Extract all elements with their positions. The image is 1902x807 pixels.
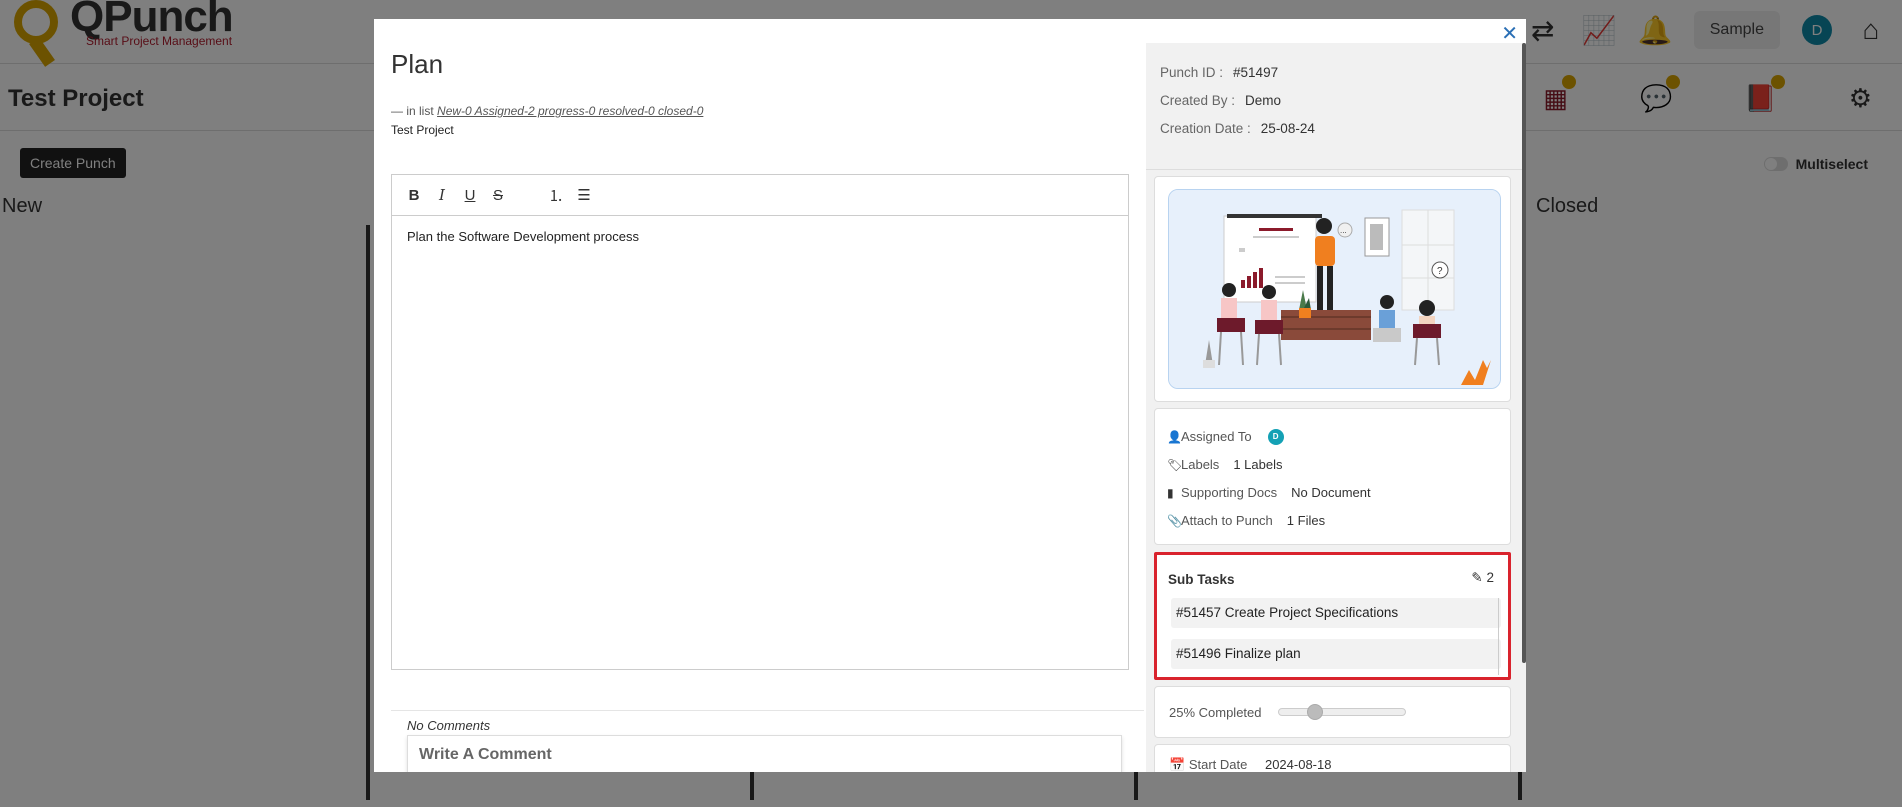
in-list-prefix: — in list [391, 104, 434, 118]
ordered-list-icon[interactable]: ⒈ [548, 185, 564, 206]
start-date-value[interactable]: 2024-08-18 [1265, 757, 1332, 772]
attach-value[interactable]: 1 Files [1287, 507, 1325, 535]
edit-icon[interactable]: ✎ [1471, 570, 1482, 585]
subtasks-card: Sub Tasks ✎ 2 #51457 Create Project Spec… [1154, 552, 1511, 680]
italic-icon[interactable]: I [434, 186, 450, 204]
cover-image-card[interactable]: ... ? [1154, 176, 1511, 402]
calendar-icon: 📅 [1169, 757, 1186, 772]
project-name: Test Project [391, 123, 454, 137]
list-status-link[interactable]: New-0 Assigned-2 progress-0 resolved-0 c… [437, 104, 703, 118]
user-icon: 👤 [1167, 430, 1182, 444]
punch-detail-modal: ✕ Plan — in list New-0 Assigned-2 progre… [374, 19, 1526, 772]
meta-divider [1146, 169, 1526, 170]
subtasks-edit[interactable]: ✎ 2 [1471, 570, 1494, 586]
comment-input[interactable]: Write A Comment [407, 735, 1122, 772]
svg-text:...: ... [1340, 226, 1347, 235]
assigned-to-label: Assigned To [1181, 429, 1252, 444]
subtask-item[interactable]: #51496 Finalize plan [1171, 639, 1501, 669]
punch-meta: Punch ID : #51497 Created By : Demo Creati… [1160, 59, 1315, 143]
comments-divider [391, 710, 1144, 711]
created-by-value: Demo [1245, 93, 1282, 108]
assigned-to-row[interactable]: 👤 Assigned To D [1167, 423, 1498, 451]
attach-label: Attach to Punch [1181, 513, 1273, 528]
progress-slider[interactable] [1277, 704, 1406, 720]
file-icon: ▮ [1167, 486, 1174, 500]
presentation-illustration: ... ? [1168, 189, 1501, 389]
tags-icon: 🏷 [1167, 458, 1183, 472]
creation-date-label: Creation Date : [1160, 121, 1251, 136]
labels-label: Labels [1181, 457, 1220, 472]
underline-icon[interactable]: U [462, 187, 478, 204]
assignee-avatar[interactable]: D [1267, 429, 1284, 445]
punch-id-label: Punch ID : [1160, 65, 1224, 80]
no-comments-label: No Comments [407, 718, 491, 733]
progress-card: 25% Completed [1154, 686, 1511, 738]
attach-row[interactable]: 📎 Attach to Punch 1 Files [1167, 507, 1498, 535]
progress-label: 25% Completed [1169, 704, 1262, 720]
strikethrough-icon[interactable]: S [490, 187, 506, 204]
progress-slider-thumb[interactable] [1306, 704, 1323, 720]
punch-info-card: 👤 Assigned To D 🏷 Labels 1 Labels ▮ Supp… [1154, 408, 1511, 545]
supporting-docs-label: Supporting Docs [1181, 485, 1278, 500]
created-by-label: Created By : [1160, 93, 1236, 108]
side-panel-scrollbar[interactable] [1522, 43, 1526, 663]
editor-toolbar: B I U S ⒈ ☰ [392, 175, 1128, 216]
punch-main-panel: Plan — in list New-0 Assigned-2 progress… [374, 43, 1144, 772]
punch-side-panel: Punch ID : #51497 Created By : Demo Creati… [1146, 43, 1526, 772]
description-editor: B I U S ⒈ ☰ Plan the Software Developmen… [391, 174, 1129, 670]
punch-id-value: #51497 [1233, 65, 1279, 80]
in-list-line: — in list New-0 Assigned-2 progress-0 re… [391, 104, 703, 118]
svg-text:?: ? [1437, 266, 1443, 277]
labels-value[interactable]: 1 Labels [1233, 451, 1282, 479]
bullet-list-icon[interactable]: ☰ [576, 186, 592, 204]
subtasks-title: Sub Tasks [1168, 572, 1235, 587]
start-date-label: Start Date [1188, 757, 1248, 772]
punch-title[interactable]: Plan [391, 49, 443, 80]
dates-card: 📅 Start Date 2024-08-18 [1154, 744, 1511, 772]
subtasks-count: 2 [1486, 570, 1494, 585]
bold-icon[interactable]: B [406, 187, 422, 204]
supporting-docs-value[interactable]: No Document [1291, 479, 1370, 507]
creation-date-value: 25-08-24 [1260, 121, 1315, 136]
editor-content[interactable]: Plan the Software Development process [392, 216, 1128, 257]
labels-row[interactable]: 🏷 Labels 1 Labels [1167, 451, 1498, 479]
subtask-item[interactable]: #51457 Create Project Specifications [1171, 598, 1501, 628]
supporting-docs-row[interactable]: ▮ Supporting Docs No Document [1167, 479, 1498, 507]
paperclip-icon: 📎 [1167, 514, 1182, 528]
subtasks-scrollbar[interactable] [1498, 598, 1499, 675]
